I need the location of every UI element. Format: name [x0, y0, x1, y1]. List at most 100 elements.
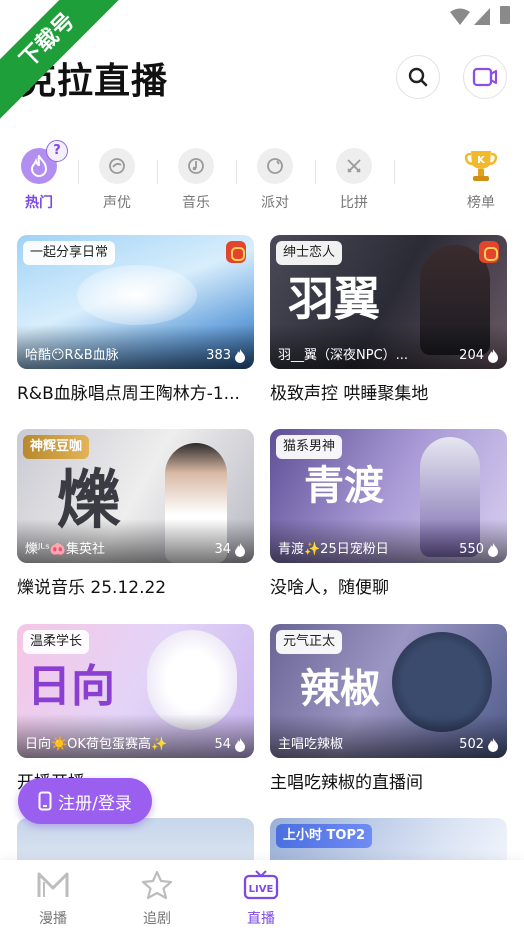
viewer-count: 383 [206, 348, 246, 363]
flame-icon [488, 737, 498, 752]
manbo-icon [37, 872, 69, 897]
register-login-button[interactable]: 注册/登录 [18, 778, 152, 824]
viewer-count: 204 [459, 348, 499, 363]
star-icon [141, 870, 173, 900]
room-tag: 猫系男神 [276, 435, 343, 459]
live-room-card[interactable]: 爍 神辉豆咖 爍ᴶᴸˢ🐽集英社 34 爍说音乐 25.12.22 [17, 429, 254, 598]
artwork-text: 辣椒 [300, 665, 380, 712]
search-icon [408, 67, 428, 87]
divider [394, 160, 395, 184]
viewer-count: 502 [459, 737, 499, 752]
category-label: 比拼 [340, 195, 368, 211]
anchor-name: 青渡✨25日宠粉日 [278, 542, 389, 557]
nav-live[interactable]: LIVE 直播 [226, 870, 296, 928]
viewer-count-value: 54 [214, 737, 231, 752]
category-hot[interactable]: ? 热门 [4, 140, 74, 212]
flame-icon [235, 348, 245, 363]
register-login-label: 注册/登录 [58, 793, 132, 814]
voice-icon [99, 148, 135, 184]
svg-text:LIVE: LIVE [249, 884, 274, 895]
artwork-text: 青渡 [304, 462, 384, 509]
live-room-card[interactable]: 羽翼 绅士恋人 羽__翼（深夜NPC）... 204 极致声控 哄睡聚集地 [270, 235, 507, 404]
room-title: 极致声控 哄睡聚集地 [270, 384, 429, 404]
room-thumbnail: 辣椒 元气正太 主唱吃辣椒 502 [270, 624, 507, 758]
party-icon [257, 148, 293, 184]
live-room-card[interactable]: 一起分享日常 哈酷😶R&B血脉 383 R&B血脉唱点周王陶林方-1... [17, 235, 254, 404]
live-room-card[interactable]: 辣椒 元气正太 主唱吃辣椒 502 主唱吃辣椒的直播间 [270, 624, 507, 793]
search-button[interactable] [396, 55, 440, 99]
category-ranking[interactable]: K 榜单 [446, 148, 516, 212]
category-music[interactable]: 音乐 [161, 148, 231, 212]
room-title: 主唱吃辣椒的直播间 [270, 773, 423, 793]
cellular-icon [474, 8, 490, 25]
cloud-light [77, 265, 197, 325]
anchor-name: 爍ᴶᴸˢ🐽集英社 [25, 542, 106, 557]
viewer-count-value: 204 [459, 348, 484, 363]
category-label: 榜单 [467, 195, 495, 211]
svg-text:K: K [477, 155, 486, 166]
anchor-name: 哈酷😶R&B血脉 [25, 348, 119, 363]
video-camera-icon [472, 67, 498, 87]
divider [78, 160, 79, 184]
category-label: 音乐 [182, 195, 210, 211]
flame-icon [235, 542, 245, 557]
battery-icon [500, 6, 510, 24]
live-room-card[interactable]: 青渡 猫系男神 青渡✨25日宠粉日 550 没啥人，随便聊 [270, 429, 507, 598]
nav-label: 直播 [247, 911, 275, 927]
music-icon [178, 148, 214, 184]
category-label: 派对 [261, 195, 289, 211]
viewer-count-value: 502 [459, 737, 484, 752]
room-title: 没啥人，随便聊 [270, 578, 389, 598]
room-tag: 元气正太 [276, 630, 343, 654]
room-thumbnail: 一起分享日常 哈酷😶R&B血脉 383 [17, 235, 254, 369]
divider [315, 160, 316, 184]
room-thumbnail: 爍 神辉豆咖 爍ᴶᴸˢ🐽集英社 34 [17, 429, 254, 563]
flame-icon [488, 542, 498, 557]
help-icon[interactable]: ? [46, 140, 68, 162]
category-label: 声优 [103, 195, 131, 211]
category-voice[interactable]: 声优 [82, 148, 152, 212]
category-bar: ? 热门 声优 音乐 派对 比拼 K 榜单 [0, 138, 524, 218]
room-thumbnail: 青渡 猫系男神 青渡✨25日宠粉日 550 [270, 429, 507, 563]
category-party[interactable]: 派对 [240, 148, 310, 212]
category-battle[interactable]: 比拼 [319, 148, 389, 212]
red-packet-icon [226, 241, 246, 263]
live-room-card[interactable]: 日向 温柔学长 日向☀️OK荷包蛋赛高✨ 54 开播开播 [17, 624, 254, 793]
ribbon-label: 下载号 [0, 0, 134, 127]
download-ribbon: 下载号 [0, 0, 140, 140]
nav-drama[interactable]: 追剧 [122, 870, 192, 928]
viewer-count-value: 34 [214, 542, 231, 557]
phone-icon [38, 791, 52, 811]
battle-icon [336, 148, 372, 184]
anchor-name: 主唱吃辣椒 [278, 737, 344, 752]
viewer-count: 34 [214, 542, 246, 557]
nav-label: 追剧 [143, 911, 171, 927]
room-tag: 一起分享日常 [23, 241, 116, 265]
flame-icon [488, 348, 498, 363]
viewer-count: 54 [214, 737, 246, 752]
viewer-count-value: 383 [206, 348, 231, 363]
live-tv-icon: LIVE [243, 870, 279, 900]
artwork-text: 日向 [27, 661, 115, 712]
divider [157, 160, 158, 184]
room-tag: 上小时 TOP2 [276, 824, 373, 848]
bottom-nav: 漫播 追剧 LIVE 直播 [0, 860, 524, 933]
nav-label: 漫播 [39, 911, 67, 927]
anchor-name: 日向☀️OK荷包蛋赛高✨ [25, 737, 168, 752]
trophy-icon: K [463, 148, 499, 184]
flame-icon [235, 737, 245, 752]
room-thumbnail: 羽翼 绅士恋人 羽__翼（深夜NPC）... 204 [270, 235, 507, 369]
room-tag: 绅士恋人 [276, 241, 343, 265]
room-title: 爍说音乐 25.12.22 [17, 578, 167, 598]
start-live-button[interactable] [463, 55, 507, 99]
room-tag: 神辉豆咖 [23, 435, 90, 459]
category-label: 热门 [25, 195, 53, 211]
anchor-name: 羽__翼（深夜NPC）... [278, 348, 409, 363]
viewer-count-value: 550 [459, 542, 484, 557]
room-thumbnail: 日向 温柔学长 日向☀️OK荷包蛋赛高✨ 54 [17, 624, 254, 758]
viewer-count: 550 [459, 542, 499, 557]
nav-manbo[interactable]: 漫播 [18, 870, 88, 928]
red-packet-icon [479, 241, 499, 263]
room-title: R&B血脉唱点周王陶林方-1... [17, 384, 240, 404]
room-tag: 温柔学长 [23, 630, 90, 654]
